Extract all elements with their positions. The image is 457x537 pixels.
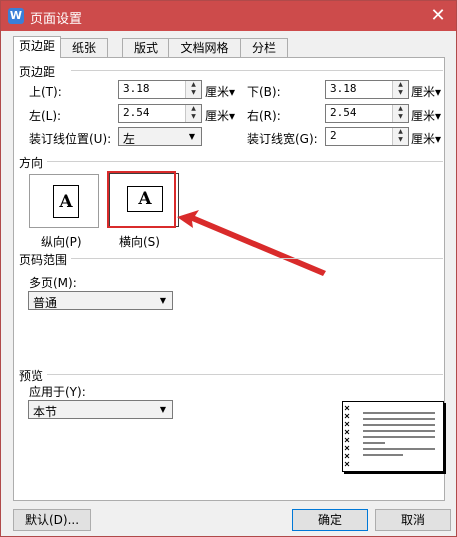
tab-columns[interactable]: 分栏 <box>240 38 288 57</box>
cancel-button[interactable]: 取消 <box>375 509 451 531</box>
chevron-down-icon: ▼ <box>159 405 166 414</box>
page-setup-dialog: W 页面设置 ✕ 页边距 纸张 版式 文档网格 分栏 页边距 上(T): 3.1… <box>0 0 457 537</box>
divider <box>71 258 443 259</box>
tab-paper[interactable]: 纸张 <box>60 38 108 57</box>
gutter-width-unit[interactable]: 厘米▾ <box>411 130 441 147</box>
bottom-margin-label: 下(B): <box>247 85 281 99</box>
gutter-width-value: 2 <box>330 129 337 142</box>
spin-up-icon[interactable]: ▲ <box>186 81 201 89</box>
apply-to-label: 应用于(Y): <box>29 385 86 399</box>
portrait-label: 纵向(P) <box>41 235 82 249</box>
default-button[interactable]: 默认(D)... <box>13 509 91 531</box>
right-margin-label: 右(R): <box>247 109 281 123</box>
spin-down-icon[interactable]: ▼ <box>393 89 408 97</box>
apply-to-select[interactable]: 本节 ▼ <box>28 400 173 419</box>
top-margin-value: 3.18 <box>123 82 150 95</box>
spin-up-icon[interactable]: ▲ <box>393 81 408 89</box>
highlight-box <box>107 171 176 228</box>
gutter-position-value: 左 <box>123 132 136 146</box>
gutter-width-stepper[interactable]: 2 ▲ ▼ <box>325 127 409 146</box>
tab-doc-grid[interactable]: 文档网格 <box>168 38 241 57</box>
spin-up-icon[interactable]: ▲ <box>393 105 408 113</box>
landscape-label: 横向(S) <box>119 235 160 249</box>
ok-button[interactable]: 确定 <box>292 509 368 531</box>
spin-down-icon[interactable]: ▼ <box>186 89 201 97</box>
preview-section-label: 预览 <box>19 369 44 383</box>
top-margin-stepper[interactable]: 3.18 ▲ ▼ <box>118 80 202 99</box>
portrait-page-icon: A <box>53 185 79 218</box>
right-margin-unit[interactable]: 厘米▾ <box>411 107 441 124</box>
spin-up-icon[interactable]: ▲ <box>393 128 408 136</box>
portrait-option[interactable]: A <box>29 174 99 228</box>
bottom-margin-stepper[interactable]: 3.18 ▲ ▼ <box>325 80 409 99</box>
gutter-position-label: 装订线位置(U): <box>29 132 112 146</box>
gutter-position-select[interactable]: 左 ▼ <box>118 127 202 146</box>
tab-layout[interactable]: 版式 <box>122 38 170 57</box>
spin-down-icon[interactable]: ▼ <box>186 113 201 121</box>
bottom-margin-unit[interactable]: 厘米▾ <box>411 83 441 100</box>
divider <box>47 374 443 375</box>
multi-page-label: 多页(M): <box>29 276 77 290</box>
bottom-margin-value: 3.18 <box>330 82 357 95</box>
left-margin-value: 2.54 <box>123 106 150 119</box>
multi-page-value: 普通 <box>33 296 58 310</box>
left-margin-label: 左(L): <box>29 109 62 123</box>
spin-up-icon[interactable]: ▲ <box>186 105 201 113</box>
chevron-down-icon: ▼ <box>159 296 166 305</box>
gutter-width-label: 装订线宽(G): <box>247 132 318 146</box>
apply-to-value: 本节 <box>33 405 58 419</box>
left-margin-stepper[interactable]: 2.54 ▲ ▼ <box>118 104 202 123</box>
divider <box>47 161 443 162</box>
top-margin-label: 上(T): <box>29 85 62 99</box>
right-margin-stepper[interactable]: 2.54 ▲ ▼ <box>325 104 409 123</box>
orientation-section-label: 方向 <box>19 156 44 170</box>
page-preview <box>342 401 444 472</box>
title-bar: W 页面设置 ✕ <box>1 1 456 31</box>
multi-page-select[interactable]: 普通 ▼ <box>28 291 173 310</box>
dialog-title: 页面设置 <box>30 12 83 27</box>
divider <box>71 70 443 71</box>
left-margin-unit[interactable]: 厘米▾ <box>205 107 235 124</box>
tab-margins[interactable]: 页边距 <box>13 36 61 58</box>
spin-down-icon[interactable]: ▼ <box>393 113 408 121</box>
wps-app-icon: W <box>8 8 24 24</box>
preview-page-icon <box>344 405 435 467</box>
chevron-down-icon: ▼ <box>188 132 195 141</box>
annotation-arrow-icon <box>177 210 326 276</box>
right-margin-value: 2.54 <box>330 106 357 119</box>
close-icon[interactable]: ✕ <box>426 4 450 28</box>
page-range-section-label: 页码范围 <box>19 253 68 267</box>
margins-section-label: 页边距 <box>19 65 56 79</box>
top-margin-unit[interactable]: 厘米▾ <box>205 83 235 100</box>
spin-down-icon[interactable]: ▼ <box>393 136 408 144</box>
